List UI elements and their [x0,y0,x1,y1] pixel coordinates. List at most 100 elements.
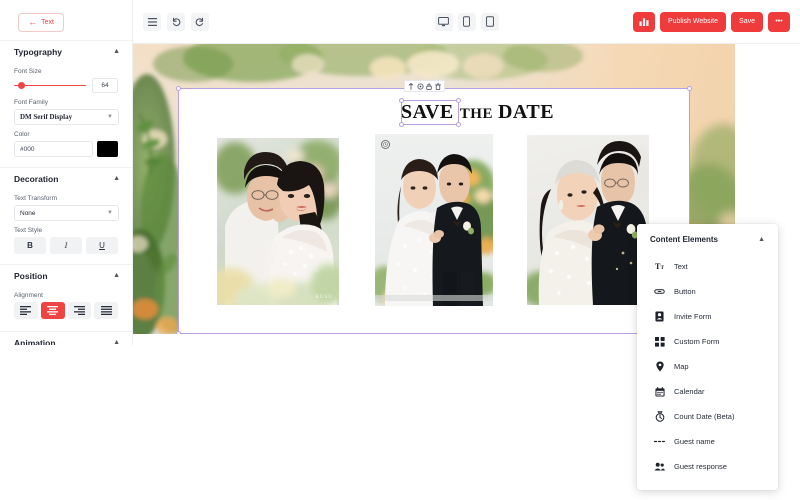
section-header-animation[interactable]: Animation ▲ [0,331,132,345]
custom-form-icon [654,336,665,347]
photo-couple-center[interactable] [375,134,493,306]
resize-handle-tl[interactable] [176,86,181,91]
button-icon [654,288,665,295]
element-floating-toolbar[interactable] [404,80,445,92]
chevron-up-icon[interactable]: ▲ [758,236,765,243]
chevron-up-icon[interactable]: ▲ [113,175,120,182]
menu-button[interactable] [143,12,161,31]
map-pin-icon [654,361,665,372]
invite-form-icon [654,311,665,322]
toolbar-left-group [143,12,209,31]
back-to-text-button[interactable]: ← Text [18,13,64,32]
move-icon[interactable] [408,82,414,90]
heading-word-date: DATE [497,101,555,123]
text-style-field: Text Style B I U [0,227,132,254]
section-header-decoration[interactable]: Decoration ▲ [0,167,132,189]
clock-icon[interactable] [381,140,390,149]
color-hex-input[interactable]: #000 [14,141,94,157]
align-left-button[interactable] [14,302,38,319]
resize-handle-tr[interactable] [687,86,692,91]
content-element-label: Button [674,287,696,296]
resize-handle-bl[interactable] [176,331,181,334]
settings-icon[interactable] [417,82,424,90]
text-transform-select[interactable]: None ▼ [14,205,119,221]
heading-word-the: THE [459,106,493,122]
section-header-position[interactable]: Position ▲ [0,264,132,286]
align-justify-button[interactable] [94,302,118,319]
save-button[interactable]: Save [731,11,763,32]
photo-right-image [527,135,649,305]
analytics-button[interactable] [632,11,655,32]
content-element-map[interactable]: Map [637,354,778,379]
content-elements-list: TT Text Button Invite Form Custom Form M… [637,254,778,479]
redo-icon [195,17,204,26]
font-family-label: Font Family [14,99,48,106]
color-field: Color #000 [0,131,132,157]
font-family-select[interactable]: DM Serif Display ▼ [14,109,119,125]
chevron-up-icon[interactable]: ▲ [113,48,120,55]
chevron-down-icon: ▼ [107,114,113,120]
save-the-date-heading[interactable]: SAVE THE DATE [401,101,554,125]
content-element-label: Calendar [674,387,705,396]
font-size-field: Font Size 64 [0,68,132,93]
svg-text:T: T [660,265,664,271]
photo-left-image [217,138,339,305]
photo-couple-right[interactable] [527,135,649,305]
text-format-icon: TT [654,262,665,271]
slider-thumb[interactable] [18,82,26,89]
content-element-label: Custom Form [674,337,720,346]
section-title-position: Position [14,270,48,281]
content-element-guest-response[interactable]: Guest response [637,454,778,479]
color-swatch[interactable] [97,141,118,157]
more-options-button[interactable]: ••• [768,11,790,32]
text-transform-value: None [20,209,36,217]
align-justify-icon [100,306,112,315]
font-size-slider[interactable] [14,81,86,91]
bold-button[interactable]: B [14,237,46,254]
chevron-down-icon: ▼ [107,210,113,216]
viewport-desktop-button[interactable] [434,12,453,31]
heading-word-save[interactable]: SAVE [401,101,454,124]
content-element-button[interactable]: Button [637,279,778,304]
content-elements-panel: Content Elements ▲ TT Text Button Invite… [637,224,778,490]
align-center-button[interactable] [40,302,65,319]
viewport-mobile-button[interactable] [457,12,476,31]
photo-watermark: KUSU [315,295,333,300]
chevron-up-icon[interactable]: ▲ [113,339,120,345]
chevron-up-icon[interactable]: ▲ [113,272,120,279]
viewport-tablet-button[interactable] [480,12,499,31]
font-size-input[interactable]: 64 [92,78,118,93]
trash-icon[interactable] [434,83,441,90]
align-right-icon [73,306,85,315]
content-element-custom-form[interactable]: Custom Form [637,329,778,354]
text-style-label: Text Style [14,227,43,234]
content-element-guest-name[interactable]: Guest name [637,429,778,454]
content-element-invite-form[interactable]: Invite Form [637,304,778,329]
section-header-typography[interactable]: Typography ▲ [0,40,132,62]
undo-button[interactable] [167,12,185,31]
color-label: Color [14,131,30,138]
publish-website-button[interactable]: Publish Website [659,11,727,32]
page-selection-frame[interactable]: SAVE THE DATE KUSU [176,80,692,334]
redo-button[interactable] [191,12,209,31]
font-family-value: DM Serif Display [20,113,73,121]
lock-icon[interactable] [426,83,432,90]
photo-center-image [375,134,493,306]
content-element-text[interactable]: TT Text [637,254,778,279]
align-right-button[interactable] [67,302,92,319]
desktop-icon [438,16,449,26]
top-toolbar: Publish Website Save ••• [133,0,800,44]
mobile-icon [463,16,470,27]
content-elements-header[interactable]: Content Elements ▲ [637,224,778,244]
italic-button[interactable]: I [50,237,82,254]
menu-icon [147,17,157,26]
content-element-count-date[interactable]: Count Date (Beta) [637,404,778,429]
properties-sidebar: ← Text Typography ▲ Font Size 64 Font Fa… [0,0,133,345]
photo-couple-left[interactable]: KUSU [217,138,339,305]
arrow-left-icon: ← [28,17,38,27]
underline-button[interactable]: U [86,237,118,254]
content-element-calendar[interactable]: Calendar [637,379,778,404]
guest-name-icon [654,439,665,444]
section-title-animation: Animation [14,337,56,346]
section-title-decoration: Decoration [14,173,59,184]
